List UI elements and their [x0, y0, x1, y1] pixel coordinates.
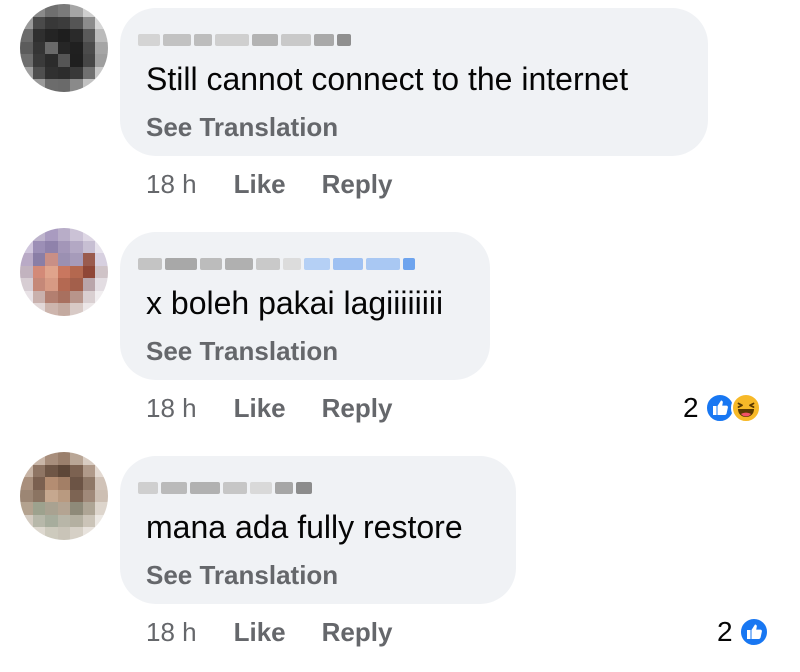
comment-text: mana ada fully restore: [146, 509, 463, 545]
see-translation-link[interactable]: See Translation: [146, 336, 338, 366]
avatar[interactable]: [20, 4, 108, 92]
author-name-redacted[interactable]: [138, 254, 415, 274]
like-button[interactable]: Like: [234, 617, 286, 648]
comment-text: Still cannot connect to the internet: [146, 61, 629, 97]
like-button[interactable]: Like: [234, 169, 286, 200]
reaction-count: 2: [683, 392, 699, 423]
like-button[interactable]: Like: [234, 393, 286, 424]
author-name-redacted[interactable]: [138, 478, 312, 498]
reply-button[interactable]: Reply: [322, 169, 393, 200]
like-icon: [738, 617, 769, 647]
comment-actions: 18 h Like Reply: [146, 168, 428, 200]
see-translation-link[interactable]: See Translation: [146, 112, 338, 142]
avatar[interactable]: [20, 228, 108, 316]
comment-2: x boleh pakai lagiiiiiiii See Translatio…: [0, 224, 800, 448]
comment-1: Still cannot connect to the internet See…: [0, 0, 800, 224]
comment-3: mana ada fully restore See Translation 1…: [0, 448, 800, 672]
reaction-summary[interactable]: 2: [683, 391, 761, 425]
haha-icon: [730, 393, 761, 423]
author-name-redacted[interactable]: [138, 30, 351, 50]
comment-actions: 18 h Like Reply: [146, 392, 428, 424]
comment-timestamp[interactable]: 18 h: [146, 393, 197, 424]
reaction-count: 2: [717, 616, 733, 647]
reaction-summary[interactable]: 2: [717, 615, 769, 649]
comment-actions: 18 h Like Reply: [146, 616, 428, 648]
avatar[interactable]: [20, 452, 108, 540]
reply-button[interactable]: Reply: [322, 617, 393, 648]
reply-button[interactable]: Reply: [322, 393, 393, 424]
see-translation-link[interactable]: See Translation: [146, 560, 338, 590]
comment-timestamp[interactable]: 18 h: [146, 617, 197, 648]
comment-timestamp[interactable]: 18 h: [146, 169, 197, 200]
comment-text: x boleh pakai lagiiiiiiii: [146, 285, 444, 321]
